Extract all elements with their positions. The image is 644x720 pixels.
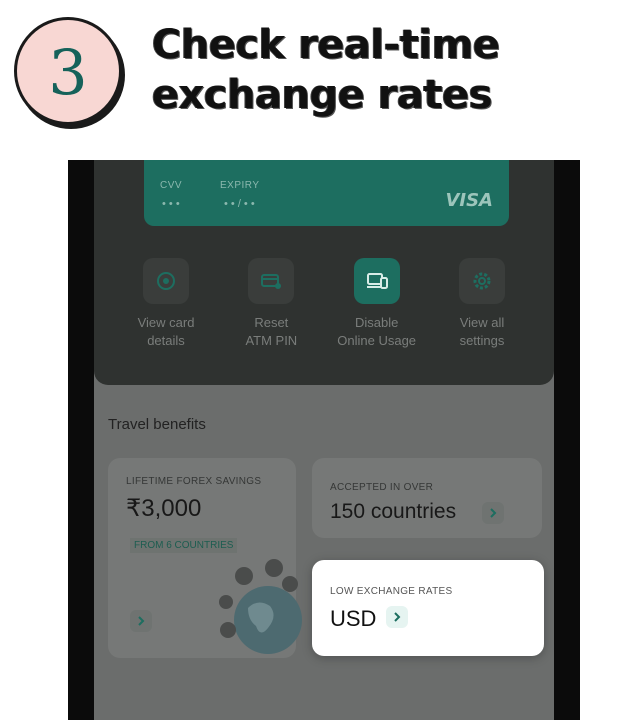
action-label: View card details	[138, 314, 195, 350]
action-label: View all settings	[460, 314, 505, 350]
action-label-line: View card	[137, 315, 195, 330]
action-label-line: View all	[459, 315, 505, 330]
expiry-value: • • / • •	[224, 198, 255, 210]
reset-atm-pin-button[interactable]: Reset ATM PIN	[219, 258, 323, 350]
action-label-line: ATM PIN	[245, 333, 298, 348]
step-badge: 3	[14, 17, 122, 125]
disable-online-usage-button[interactable]: Disable Online Usage	[325, 258, 429, 350]
promo-header: 3 Check real-time exchange rates	[0, 0, 644, 160]
action-label-line: Online Usage	[337, 333, 417, 348]
accepted-label: ACCEPTED IN OVER	[330, 482, 434, 493]
forex-savings-label: LIFETIME FOREX SAVINGS	[126, 476, 262, 487]
visa-logo: VISA	[445, 190, 493, 211]
gear-icon	[458, 258, 505, 304]
chevron-right-icon[interactable]	[130, 610, 152, 632]
expiry-label: EXPIRY	[220, 180, 260, 191]
action-label-line: settings	[459, 333, 505, 348]
countries-chip: FROM 6 COUNTRIES	[130, 538, 238, 553]
globe-currency-illustration	[219, 559, 302, 654]
eye-icon	[143, 258, 189, 304]
travel-benefits-title: Travel benefits	[108, 416, 206, 433]
step-number: 3	[48, 36, 88, 109]
accepted-value: 150 countries	[330, 500, 457, 523]
action-label: Reset ATM PIN	[245, 314, 297, 350]
action-label: Disable Online Usage	[337, 314, 416, 350]
action-label-line: Reset	[254, 315, 289, 330]
headline: Check real-time exchange rates	[152, 20, 622, 120]
action-label-line: details	[147, 333, 185, 348]
forex-savings-value: ₹3,000	[126, 495, 202, 522]
card-actions: View card details Reset ATM PIN Disable …	[114, 258, 534, 350]
card-controls-panel: CVV • • • EXPIRY • • / • • VISA View car…	[94, 160, 554, 385]
headline-line-1: Check real-time	[152, 22, 500, 68]
atm-card-icon	[248, 258, 295, 304]
accepted-countries-tile[interactable]: ACCEPTED IN OVER 150 countries	[312, 458, 542, 538]
cvv-label: CVV	[160, 180, 183, 191]
currency-value: USD	[330, 606, 377, 631]
headline-line-2: exchange rates	[152, 72, 493, 118]
chevron-right-icon[interactable]	[482, 502, 504, 524]
view-card-details-button[interactable]: View card details	[114, 258, 218, 350]
debit-card: CVV • • • EXPIRY • • / • • VISA	[144, 160, 509, 226]
low-exchange-rates-card[interactable]: LOW EXCHANGE RATES USD	[312, 560, 544, 656]
forex-savings-tile[interactable]: LIFETIME FOREX SAVINGS ₹3,000 FROM 6 COU…	[108, 458, 302, 658]
laptop-phone-icon	[353, 258, 400, 304]
view-all-settings-button[interactable]: View all settings	[430, 258, 534, 350]
action-label-line: Disable	[354, 315, 399, 330]
exchange-rates-label: LOW EXCHANGE RATES	[330, 586, 453, 597]
cvv-value: • • •	[162, 198, 180, 210]
chevron-right-icon[interactable]	[386, 606, 408, 628]
